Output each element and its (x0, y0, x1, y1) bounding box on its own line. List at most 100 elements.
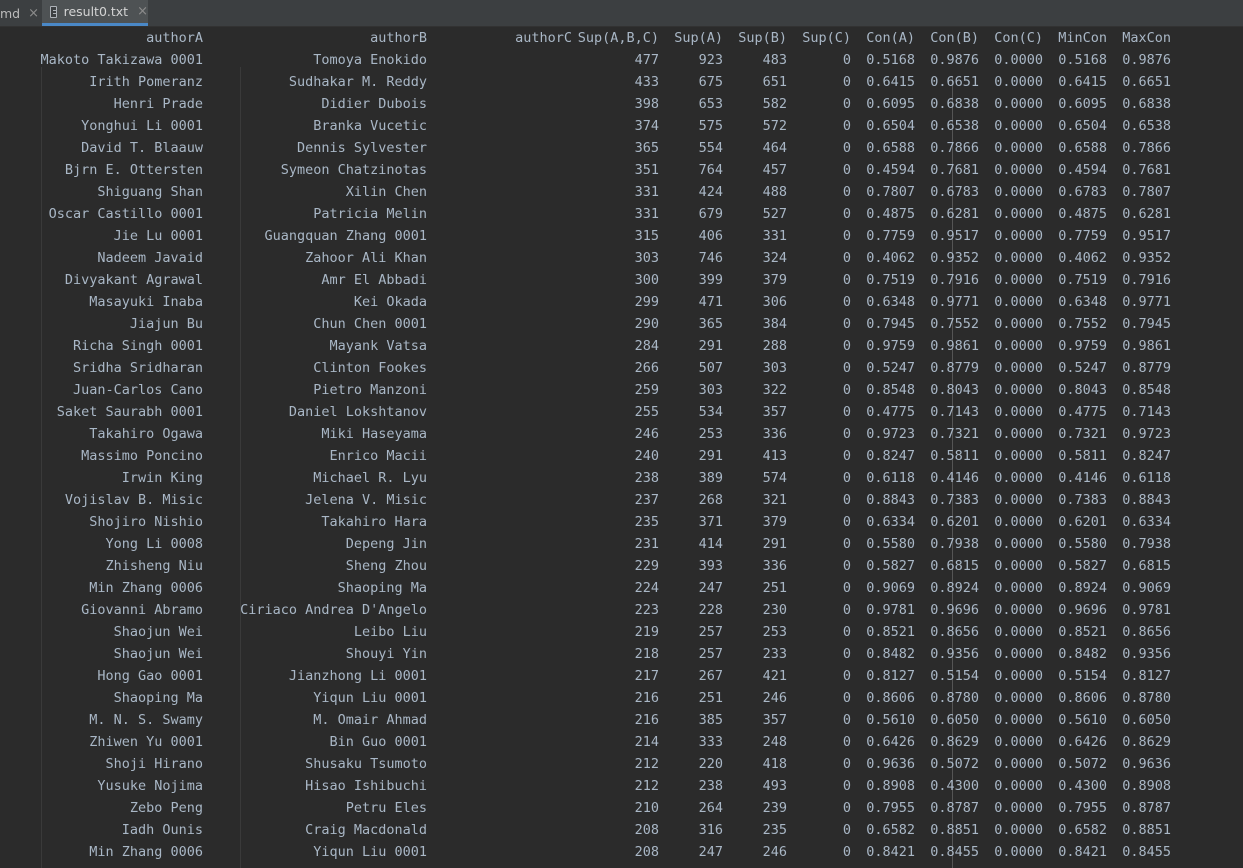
cell-sup-abc: 235 (634, 514, 659, 530)
cell-author-a: Zhisheng Niu (105, 558, 203, 574)
cell-author-b: Shaoping Ma (337, 580, 427, 596)
cell-author-a: Jie Lu 0001 (113, 228, 203, 244)
cell-sup-c: 0 (842, 162, 851, 178)
cell-max-con: 0.8656 (1122, 624, 1171, 640)
table-row: Masayuki Inaba Kei Okada 299 471 306 0 0.6348 0… (0, 291, 1243, 313)
cell-author-b: Guangquan Zhang 0001 (264, 228, 427, 244)
cell-sup-a: 371 (698, 514, 723, 530)
cell-sup-abc: 433 (634, 74, 659, 90)
cell-con-c: 0.0000 (994, 844, 1043, 860)
cell-con-b: 0.9352 (930, 250, 979, 266)
cell-author-b: Tomoya Enokido (313, 52, 427, 68)
close-icon[interactable]: × (28, 6, 39, 21)
cell-sup-abc: 398 (634, 96, 659, 112)
cell-con-c: 0.0000 (994, 294, 1043, 310)
cell-con-a: 0.6095 (866, 96, 915, 112)
cell-author-a: Shiguang Shan (97, 184, 203, 200)
cell-sup-abc: 223 (634, 602, 659, 618)
cell-max-con: 0.6651 (1122, 74, 1171, 90)
cell-sup-a: 385 (698, 712, 723, 728)
cell-sup-c: 0 (842, 426, 851, 442)
cell-sup-c: 0 (842, 272, 851, 288)
close-icon[interactable]: × (137, 4, 148, 19)
cell-con-c: 0.0000 (994, 514, 1043, 530)
cell-con-b: 0.8455 (930, 844, 979, 860)
cell-con-a: 0.4062 (866, 250, 915, 266)
cell-con-a: 0.7955 (866, 800, 915, 816)
cell-author-b: Sudhakar M. Reddy (288, 74, 427, 90)
cell-con-b: 0.8924 (930, 580, 979, 596)
cell-sup-b: 357 (762, 712, 787, 728)
cell-author-a: Zhiwen Yu 0001 (89, 734, 203, 750)
cell-sup-a: 247 (698, 844, 723, 860)
tab-result0-label: result0.txt (63, 4, 129, 19)
cell-min-con: 0.5827 (1058, 558, 1107, 574)
cell-sup-c: 0 (842, 448, 851, 464)
cell-sup-abc: 231 (634, 536, 659, 552)
cell-max-con: 0.7143 (1122, 404, 1171, 420)
cell-max-con: 0.6538 (1122, 118, 1171, 134)
cell-sup-a: 534 (698, 404, 723, 420)
table-row: Shiguang Shan Xilin Chen 331 424 488 0 0.7807 0… (0, 181, 1243, 203)
cell-author-a: Irwin King (121, 470, 203, 486)
table-row: Giovanni Abramo Ciriaco Andrea D'Angelo 22… (0, 599, 1243, 621)
cell-sup-a: 291 (698, 448, 723, 464)
cell-min-con: 0.6415 (1058, 74, 1107, 90)
cell-sup-b: 483 (762, 52, 787, 68)
cell-author-b: Michael R. Lyu (313, 470, 427, 486)
cell-sup-c: 0 (842, 96, 851, 112)
table-row: Vojislav B. Misic Jelena V. Misic 237 268 32… (0, 489, 1243, 511)
cell-con-a: 0.6426 (866, 734, 915, 750)
cell-author-b: Branka Vucetic (313, 118, 427, 134)
cell-sup-a: 257 (698, 624, 723, 640)
cell-sup-abc: 219 (634, 624, 659, 640)
cell-con-b: 0.7143 (930, 404, 979, 420)
cell-con-c: 0.0000 (994, 404, 1043, 420)
cell-con-a: 0.6588 (866, 140, 915, 156)
cell-sup-b: 488 (762, 184, 787, 200)
cell-con-c: 0.0000 (994, 712, 1043, 728)
cell-sup-a: 251 (698, 690, 723, 706)
cell-max-con: 0.9861 (1122, 338, 1171, 354)
cell-con-c: 0.0000 (994, 316, 1043, 332)
cell-min-con: 0.6504 (1058, 118, 1107, 134)
cell-sup-abc: 237 (634, 492, 659, 508)
cell-min-con: 0.4146 (1058, 470, 1107, 486)
cell-min-con: 0.4875 (1058, 206, 1107, 222)
tab-md[interactable]: md × (0, 0, 40, 26)
cell-max-con: 0.9352 (1122, 250, 1171, 266)
text-editor[interactable]: authorA authorB authorC Sup(A,B,C) Sup(A) Sup… (0, 27, 1243, 868)
cell-max-con: 0.8779 (1122, 360, 1171, 376)
cell-con-b: 0.8787 (930, 800, 979, 816)
cell-sup-abc: 238 (634, 470, 659, 486)
cell-author-a: Iadh Ounis (121, 822, 203, 838)
cell-min-con: 0.4062 (1058, 250, 1107, 266)
cell-con-b: 0.4300 (930, 778, 979, 794)
tab-result0-txt[interactable]: result0.txt × (42, 0, 148, 26)
cell-author-a: Hong Gao 0001 (97, 668, 203, 684)
cell-author-b: Ciriaco Andrea D'Angelo (240, 602, 427, 618)
cell-max-con: 0.7916 (1122, 272, 1171, 288)
cell-min-con: 0.6095 (1058, 96, 1107, 112)
cell-sup-a: 253 (698, 426, 723, 442)
cell-con-a: 0.4875 (866, 206, 915, 222)
cell-sup-c: 0 (842, 470, 851, 486)
cell-sup-a: 247 (698, 580, 723, 596)
cell-sup-a: 575 (698, 118, 723, 134)
cell-max-con: 0.7938 (1122, 536, 1171, 552)
cell-min-con: 0.5154 (1058, 668, 1107, 684)
cell-con-a: 0.6582 (866, 822, 915, 838)
cell-sup-b: 357 (762, 404, 787, 420)
cell-sup-b: 379 (762, 514, 787, 530)
table-row: Shaojun Wei Shouyi Yin 218 257 233 0 0.8482 0.9… (0, 643, 1243, 665)
cell-con-b: 0.8851 (930, 822, 979, 838)
cell-sup-b: 251 (762, 580, 787, 596)
cell-sup-c: 0 (842, 316, 851, 332)
cell-con-c: 0.0000 (994, 558, 1043, 574)
cell-con-b: 0.7916 (930, 272, 979, 288)
cell-author-a: Henri Prade (113, 96, 203, 112)
table-row: Bjrn E. Ottersten Symeon Chatzinotas 351 76… (0, 159, 1243, 181)
cell-max-con: 0.8787 (1122, 800, 1171, 816)
cell-con-a: 0.9069 (866, 580, 915, 596)
cell-min-con: 0.7955 (1058, 800, 1107, 816)
